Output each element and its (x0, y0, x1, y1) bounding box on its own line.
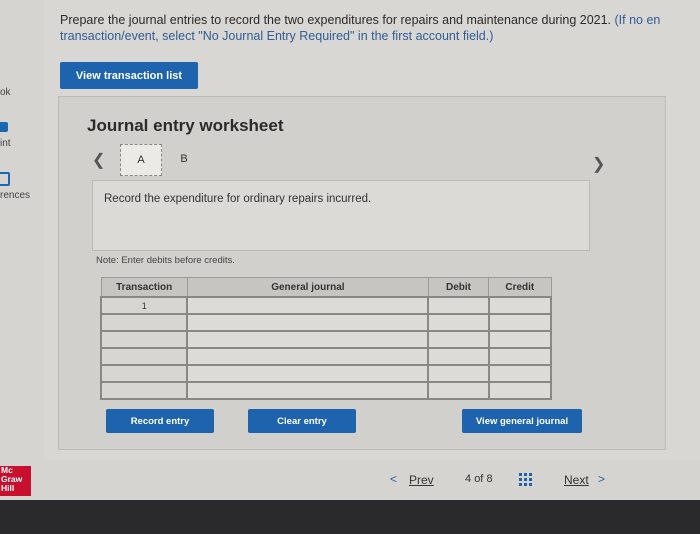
table-row: 1 (99, 296, 553, 315)
sidebar-item-ebook[interactable]: ok (0, 87, 11, 98)
header-debit: Debit (427, 277, 490, 298)
description-box (92, 180, 590, 251)
sidebar-item-label: int (0, 138, 11, 149)
debit-field[interactable] (427, 381, 490, 400)
sidebar-item-references[interactable]: rences (0, 190, 30, 201)
journal-entry-table: Transaction General journal Debit Credit… (99, 277, 553, 400)
next-button[interactable]: Next (564, 473, 589, 487)
debit-field[interactable] (427, 364, 490, 383)
general-journal-field[interactable] (186, 381, 430, 400)
table-row (99, 381, 553, 400)
credit-field[interactable] (487, 330, 553, 349)
chevron-left-icon[interactable]: ❮ (92, 150, 105, 170)
screen-bezel (0, 500, 700, 534)
general-journal-field[interactable] (186, 347, 430, 366)
sidebar: ok int rences (0, 0, 44, 534)
general-journal-field[interactable] (186, 364, 430, 383)
transaction-number (99, 347, 189, 366)
tab-a[interactable]: A (120, 144, 162, 176)
transaction-number: 1 (99, 296, 189, 315)
general-journal-field[interactable] (186, 313, 430, 332)
transaction-number (99, 313, 189, 332)
table-row (99, 330, 553, 349)
chevron-right-icon[interactable]: > (598, 472, 605, 486)
mcgraw-hill-logo: Mc Graw Hill (0, 466, 31, 496)
references-icon (0, 172, 10, 186)
page-of: of (474, 473, 484, 485)
header-transaction: Transaction (100, 277, 188, 298)
table-row (99, 364, 553, 383)
header-general-journal: General journal (186, 277, 429, 298)
credit-field[interactable] (487, 381, 553, 400)
prev-button[interactable]: Prev (409, 473, 434, 487)
instructions-main: Prepare the journal entries to record th… (60, 13, 612, 27)
record-entry-button[interactable]: Record entry (106, 409, 214, 433)
chevron-left-icon[interactable]: < (390, 472, 397, 486)
debit-field[interactable] (427, 347, 490, 366)
table-row (99, 313, 553, 332)
transaction-description: Record the expenditure for ordinary repa… (104, 193, 372, 205)
debit-field[interactable] (427, 313, 490, 332)
view-transaction-list-button[interactable]: View transaction list (60, 62, 198, 89)
sidebar-item-label: ok (0, 87, 11, 98)
debit-field[interactable] (427, 330, 490, 349)
logo-line: Hill (1, 483, 15, 493)
clear-entry-button[interactable]: Clear entry (248, 409, 356, 433)
print-icon (0, 122, 8, 132)
chevron-right-icon[interactable]: ❯ (592, 154, 605, 174)
page-current: 4 (465, 473, 472, 485)
view-general-journal-button[interactable]: View general journal (462, 409, 582, 433)
instructions: Prepare the journal entries to record th… (60, 12, 700, 44)
credit-field[interactable] (487, 296, 553, 315)
sidebar-item-label: rences (0, 190, 31, 201)
credit-field[interactable] (487, 347, 553, 366)
general-journal-field[interactable] (186, 330, 430, 349)
table-row (99, 347, 553, 366)
header-credit: Credit (488, 277, 552, 298)
general-journal-field[interactable] (186, 296, 430, 315)
sidebar-item-print[interactable]: int (0, 138, 11, 149)
transaction-number (99, 364, 189, 383)
worksheet-title: Journal entry worksheet (87, 116, 284, 135)
grid-icon[interactable] (519, 473, 533, 487)
transaction-number (99, 381, 189, 400)
tab-b[interactable]: B (164, 144, 204, 174)
page-total: 8 (486, 473, 493, 485)
page-indicator: 4 of 8 (465, 473, 493, 485)
credit-field[interactable] (487, 313, 553, 332)
credit-field[interactable] (487, 364, 553, 383)
transaction-number (99, 330, 189, 349)
footer-navigation (0, 460, 700, 500)
debit-credit-note: Note: Enter debits before credits. (96, 255, 235, 266)
debit-field[interactable] (427, 296, 490, 315)
